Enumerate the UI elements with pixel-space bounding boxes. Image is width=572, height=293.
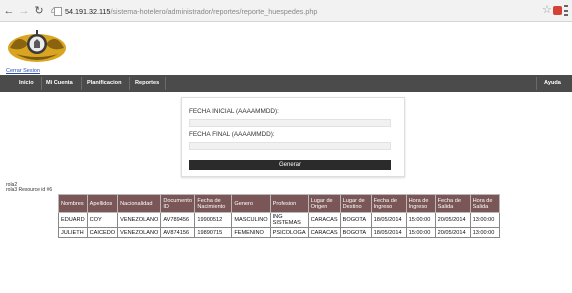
table-cell: 20/05/2014 xyxy=(434,212,471,228)
arrow-left-icon[interactable]: ← xyxy=(3,3,15,19)
table-cell: PSICOLOGA xyxy=(269,227,309,238)
column-header: Profesion xyxy=(269,194,309,213)
column-header: Nacionalidad xyxy=(117,194,162,213)
table-cell: 20/05/2014 xyxy=(434,227,471,238)
menu-item-ayuda[interactable]: Ayuda xyxy=(544,75,561,92)
debug-output-line: rola3 Resource id #6 xyxy=(6,187,53,193)
table-cell: 18/05/2014 xyxy=(370,212,407,228)
table-cell: 18/05/2014 xyxy=(370,227,407,238)
column-header: Apellidos xyxy=(86,194,119,213)
menu-item-planificacion[interactable]: Planificacion xyxy=(87,75,122,92)
column-header: Hora de Salida xyxy=(469,194,500,213)
menu-divider xyxy=(81,77,82,90)
logout-link[interactable]: Cerrar Sesion xyxy=(6,68,40,74)
column-header: Nombres xyxy=(58,194,88,213)
column-header: Fecha de Ingreso xyxy=(370,194,407,213)
hamburger-menu-icon[interactable] xyxy=(564,5,568,16)
arrow-right-icon[interactable]: → xyxy=(18,3,30,19)
menu-divider xyxy=(165,77,166,90)
end-date-input[interactable] xyxy=(189,142,391,150)
table-cell: VENEZOLANO xyxy=(117,212,162,228)
column-header: Genero xyxy=(231,194,271,213)
table-cell: AV789456 xyxy=(160,212,196,228)
column-header: Fecha de Salida xyxy=(434,194,471,213)
report-filter-form: FECHA INICIAL (AAAAMMDD): FECHA FINAL (A… xyxy=(181,97,405,177)
url-host: 54.191.32.115 xyxy=(65,6,111,16)
generate-button[interactable]: Generar xyxy=(189,160,391,170)
table-cell: 19890715 xyxy=(194,227,233,238)
table-cell: COY xyxy=(86,212,119,228)
main-menu: Inicio Mi Cuenta Planificacion Reportes … xyxy=(0,75,572,92)
table-cell: CARACAS xyxy=(307,227,341,238)
table-cell: FEMENINO xyxy=(231,227,271,238)
menu-item-inicio[interactable]: Inicio xyxy=(19,75,34,92)
table-cell: CAICEDO xyxy=(86,227,119,238)
end-date-label: FECHA FINAL (AAAAMMDD): xyxy=(189,131,275,138)
url-path: /sistema-hotelero/administrador/reportes… xyxy=(110,6,318,16)
table-row: EDUARD COY VENEZOLANO AV789456 19900512 … xyxy=(58,212,500,228)
start-date-input[interactable] xyxy=(189,119,391,127)
table-cell: 15:00:00 xyxy=(405,227,436,238)
menu-item-mi-cuenta[interactable]: Mi Cuenta xyxy=(46,75,73,92)
table-cell: BOGOTA xyxy=(339,212,372,228)
table-cell: 19900512 xyxy=(194,212,233,228)
guests-report-table: Nombres Apellidos Nacionalidad Documento… xyxy=(58,194,500,238)
table-cell: VENEZOLANO xyxy=(117,227,162,238)
start-date-label: FECHA INICIAL (AAAAMMDD): xyxy=(189,108,279,115)
reload-icon[interactable]: ↻ xyxy=(33,3,45,19)
browser-toolbar: ← → ↻ ⌂ 54.191.32.115 /sistema-hotelero/… xyxy=(0,0,572,22)
table-cell: BOGOTA xyxy=(339,227,372,238)
page-root: ← → ↻ ⌂ 54.191.32.115 /sistema-hotelero/… xyxy=(0,0,572,293)
table-cell: AV874156 xyxy=(160,227,196,238)
menu-divider xyxy=(41,77,42,90)
table-cell: 13:00:00 xyxy=(469,212,500,228)
menu-divider xyxy=(129,77,130,90)
column-header: Hora de Ingreso xyxy=(405,194,436,213)
table-cell: CARACAS xyxy=(307,212,341,228)
table-cell: 15:00:00 xyxy=(405,212,436,228)
address-bar[interactable]: 54.191.32.115 /sistema-hotelero/administ… xyxy=(54,3,544,19)
table-cell: MASCULINO xyxy=(231,212,271,228)
column-header: Fecha de Nacimiento xyxy=(194,194,233,213)
hotel-logo xyxy=(8,30,66,62)
table-header-row: Nombres Apellidos Nacionalidad Documento… xyxy=(58,194,500,213)
table-cell: 13:00:00 xyxy=(469,227,500,238)
menu-divider xyxy=(536,77,537,90)
table-row: JULIETH CAICEDO VENEZOLANO AV874156 1989… xyxy=(58,227,500,238)
extension-icon[interactable] xyxy=(553,6,562,15)
table-cell: EDUARD xyxy=(58,212,88,228)
table-cell: JULIETH xyxy=(58,227,88,238)
column-header: Documento ID xyxy=(160,194,196,213)
menu-item-reportes[interactable]: Reportes xyxy=(135,75,159,92)
column-header: Lugar de Destino xyxy=(339,194,372,213)
page-icon xyxy=(54,6,62,16)
table-cell: ING SISTEMAS xyxy=(269,212,309,228)
column-header: Lugar de Origen xyxy=(307,194,341,213)
star-icon[interactable]: ☆ xyxy=(542,4,552,16)
